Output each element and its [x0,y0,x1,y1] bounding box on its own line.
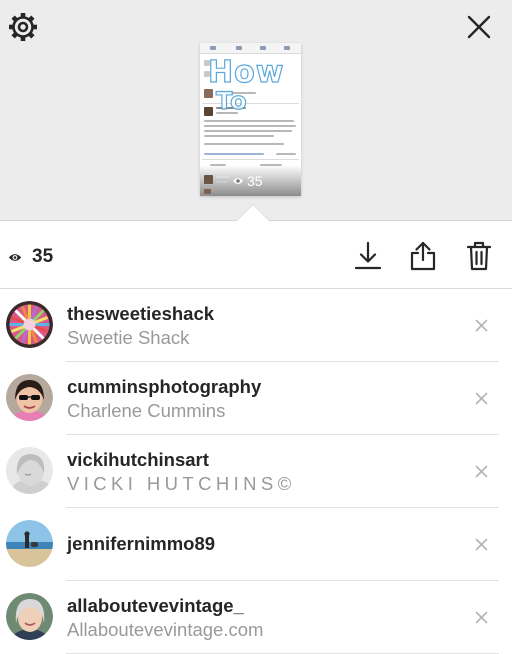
viewer-fullname: Charlene Cummins [67,400,226,421]
delete-button[interactable] [462,239,496,273]
thumbnail-pointer [237,205,269,221]
remove-viewer-button[interactable] [470,387,492,409]
eye-icon [8,253,22,261]
download-icon [354,241,382,270]
close-icon [467,15,491,39]
story-preview-area: How To 35 [0,0,512,221]
story-thumbnail[interactable]: How To 35 [200,43,301,196]
viewer-names: cumminsphotography Charlene Cummins [67,375,447,423]
thumbnail-nav-bar [200,43,301,54]
viewer-row[interactable]: vickihutchinsart VICKI HUTCHINS© [0,435,512,508]
viewer-username[interactable]: allaboutevevintage_ [67,594,447,618]
avatar[interactable] [6,374,53,421]
view-count: 35 [32,246,54,267]
viewer-row[interactable]: thesweetieshack Sweetie Shack [0,289,512,362]
viewer-names: thesweetieshack Sweetie Shack [67,302,447,350]
viewer-fullname: VICKI HUTCHINS© [67,473,296,494]
viewer-names: vickihutchinsart VICKI HUTCHINS© [67,448,447,496]
avatar[interactable] [6,520,53,567]
close-icon [475,538,487,550]
viewer-names: allaboutevevintage_ Allaboutevevintage.c… [67,594,447,642]
thumbnail-overlay-text-to: To [215,86,248,115]
remove-viewer-button[interactable] [470,314,492,336]
thumbnail-overlay-text-how: How [207,54,285,90]
remove-viewer-button[interactable] [470,533,492,555]
viewer-username[interactable]: vickihutchinsart [67,448,447,472]
viewer-names: jennifernimmo89 [67,532,447,556]
remove-viewer-button[interactable] [470,460,492,482]
viewer-row[interactable]: jennifernimmo89 [0,508,512,581]
close-icon [475,465,487,477]
close-icon [475,392,487,404]
settings-button[interactable] [3,7,43,47]
close-button[interactable] [459,7,499,47]
thumbnail-view-count-text: 35 [247,173,263,189]
viewer-username[interactable]: cumminsphotography [67,375,447,399]
viewer-fullname: Allaboutevevintage.com [67,619,264,640]
stats-bar: 35 [0,222,512,288]
eye-icon [233,178,243,184]
share-button[interactable] [406,239,440,273]
viewer-row[interactable]: cumminsphotography Charlene Cummins [0,362,512,435]
viewer-row[interactable]: allaboutevevintage_ Allaboutevevintage.c… [0,581,512,654]
gear-icon [9,13,37,41]
avatar[interactable] [6,593,53,640]
viewer-username[interactable]: jennifernimmo89 [67,532,447,556]
close-icon [475,319,487,331]
share-icon [410,241,436,271]
close-icon [475,611,487,623]
avatar[interactable] [6,301,53,348]
trash-icon [466,241,492,271]
viewer-fullname: Sweetie Shack [67,327,190,348]
avatar[interactable] [6,447,53,494]
views-summary: 35 [8,246,53,268]
viewer-username[interactable]: thesweetieshack [67,302,447,326]
thumbnail-view-count: 35 [232,173,263,189]
viewers-list: thesweetieshack Sweetie Shack cumminspho… [0,289,512,654]
download-button[interactable] [351,239,385,273]
remove-viewer-button[interactable] [470,606,492,628]
